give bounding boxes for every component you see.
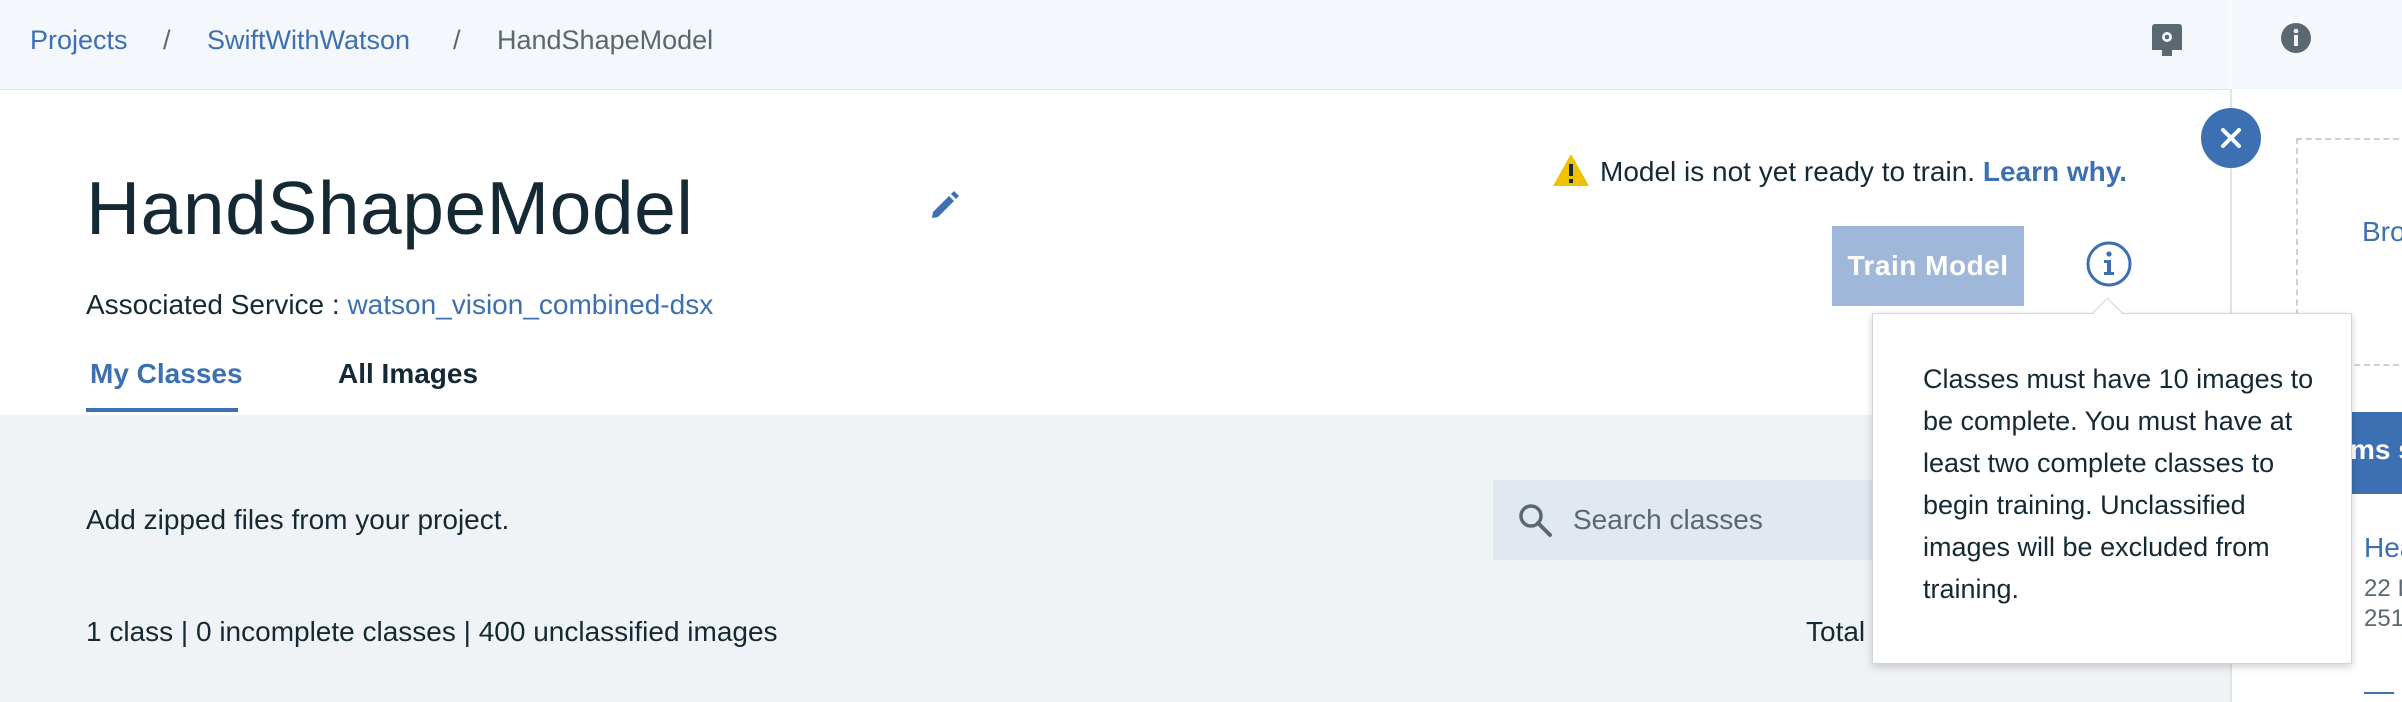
panel-banner-label: ms s bbox=[2350, 434, 2402, 465]
panel-item-title[interactable]: Hea bbox=[2364, 528, 2402, 568]
train-info-tooltip: Classes must have 10 images to be comple… bbox=[1872, 313, 2352, 664]
active-tab-indicator bbox=[86, 408, 238, 412]
breadcrumb-projects[interactable]: Projects bbox=[30, 22, 128, 58]
info-circle-icon[interactable] bbox=[2085, 240, 2133, 288]
page-title: HandShapeModel bbox=[86, 166, 694, 250]
tooltip-text: Classes must have 10 images to be comple… bbox=[1923, 364, 2314, 604]
info-icon[interactable] bbox=[2280, 22, 2312, 54]
total-label: Total bbox=[1806, 616, 1866, 647]
breadcrumb-separator: / bbox=[453, 25, 461, 55]
search-classes-input[interactable] bbox=[1573, 480, 1883, 560]
breadcrumb-separator: / bbox=[163, 25, 171, 55]
browse-link[interactable]: Bro bbox=[2362, 212, 2402, 252]
notebook-icon[interactable] bbox=[2150, 22, 2184, 56]
service-link[interactable]: watson_vision_combined-dsx bbox=[347, 289, 713, 320]
panel-item-meta: 22 I bbox=[2364, 575, 2402, 602]
class-summary: 1 class | 0 incomplete classes | 400 unc… bbox=[86, 616, 778, 647]
close-icon bbox=[2221, 128, 2241, 148]
pencil-icon[interactable] bbox=[928, 188, 962, 222]
train-model-button[interactable]: Train Model bbox=[1832, 226, 2024, 306]
service-label: Associated Service : bbox=[86, 289, 340, 320]
search-icon bbox=[1517, 502, 1553, 538]
close-button[interactable] bbox=[2201, 108, 2261, 168]
search-classes-box[interactable] bbox=[1493, 480, 1893, 560]
train-warning: Model is not yet ready to train. Learn w… bbox=[1552, 150, 2127, 194]
panel-item-underline bbox=[2364, 692, 2394, 694]
tab-my-classes[interactable]: My Classes bbox=[90, 354, 243, 394]
right-panel-header bbox=[2231, 0, 2402, 90]
associated-service: Associated Service : watson_vision_combi… bbox=[86, 285, 713, 325]
tab-all-images[interactable]: All Images bbox=[338, 354, 478, 394]
breadcrumb-current-model: HandShapeModel bbox=[497, 25, 714, 55]
learn-why-link[interactable]: Learn why. bbox=[1983, 156, 2127, 187]
add-zipped-files-text: Add zipped files from your project. bbox=[86, 504, 510, 535]
panel-item-meta: 251 bbox=[2364, 605, 2402, 632]
breadcrumb-project-name[interactable]: SwiftWithWatson bbox=[207, 22, 410, 58]
warning-text: Model is not yet ready to train. bbox=[1600, 156, 1976, 187]
warning-icon bbox=[1552, 153, 1590, 187]
